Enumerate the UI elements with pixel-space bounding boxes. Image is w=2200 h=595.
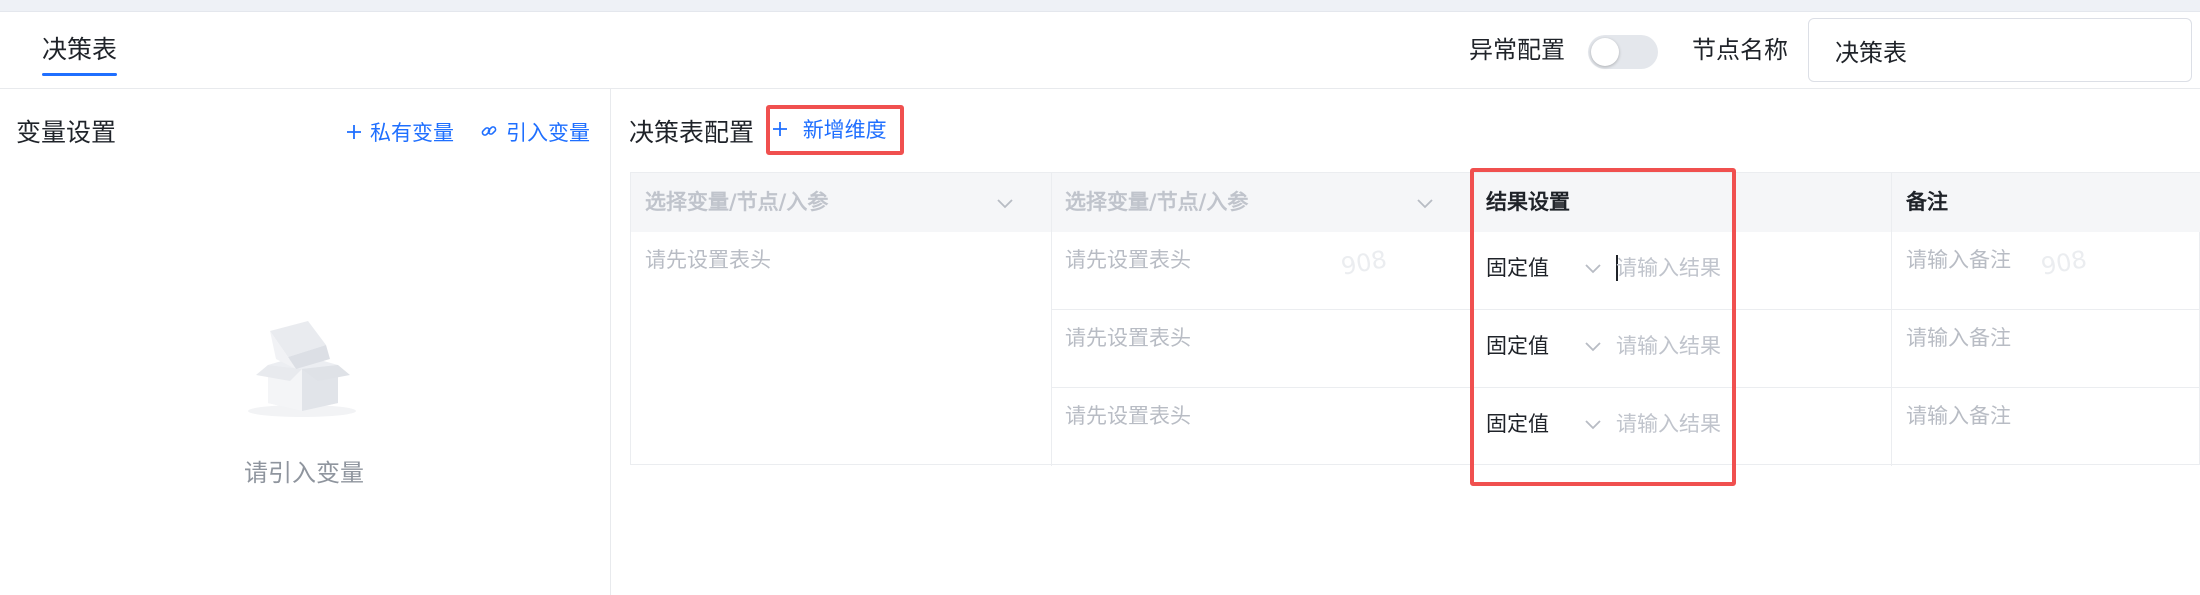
row-1-fixed-value-select[interactable]: 固定值 — [1486, 253, 1549, 283]
dimension-1-placeholder[interactable]: 请先设置表头 — [645, 245, 771, 275]
add-private-variable-button[interactable]: 私有变量 — [346, 115, 454, 151]
table-header: 选择变量/节点/入参 选择变量/节点/入参 结果设置 备注 — [631, 173, 2200, 232]
add-dimension-button[interactable]: 新增维度 — [772, 108, 900, 152]
row-1-note[interactable]: 请输入备注 — [1906, 245, 2011, 275]
row-1-dimension-2[interactable]: 请先设置表头 — [1065, 245, 1191, 275]
row-divider — [1051, 309, 2200, 310]
decision-table: 选择变量/节点/入参 选择变量/节点/入参 结果设置 备注 请先设置表头 请先设… — [630, 172, 2200, 466]
node-name-label: 节点名称 — [1692, 36, 1788, 64]
row-3-dimension-2[interactable]: 请先设置表头 — [1065, 401, 1191, 431]
chevron-down-icon[interactable] — [1583, 414, 1603, 434]
row-2-fixed-value-select[interactable]: 固定值 — [1486, 331, 1549, 361]
chevron-down-icon[interactable] — [1583, 258, 1603, 278]
column-divider — [1471, 173, 1472, 466]
column-header-dimension-2[interactable]: 选择变量/节点/入参 — [1065, 173, 1248, 232]
header: 决策表 异常配置 节点名称 — [0, 12, 2200, 89]
chevron-down-icon[interactable] — [1583, 336, 1603, 356]
column-divider — [1891, 173, 1892, 466]
column-header-result: 结果设置 — [1486, 190, 1570, 214]
chevron-down-icon[interactable] — [1415, 193, 1435, 213]
empty-box-illustration — [246, 311, 358, 419]
row-divider — [1051, 387, 2200, 388]
toggle-knob — [1591, 38, 1619, 66]
column-header-dimension-1[interactable]: 选择变量/节点/入参 — [645, 173, 828, 232]
row-2-result-input[interactable] — [1616, 330, 1728, 362]
plus-icon — [346, 115, 362, 151]
import-variable-button[interactable]: 引入变量 — [480, 115, 590, 151]
plus-icon — [772, 118, 795, 142]
row-3-result-input[interactable] — [1616, 408, 1728, 440]
watermark: 908 — [1338, 245, 1389, 281]
column-divider — [1051, 173, 1052, 466]
import-variable-label: 引入变量 — [506, 121, 590, 145]
abnormal-config-toggle[interactable] — [1588, 35, 1658, 69]
abnormal-config-label: 异常配置 — [1469, 36, 1565, 64]
variable-settings-panel: 变量设置 私有变量 引入变量 请引入变量 — [0, 89, 611, 595]
active-tab-indicator — [42, 73, 117, 76]
add-dimension-label: 新增维度 — [802, 118, 887, 142]
private-variable-label: 私有变量 — [370, 121, 454, 145]
column-header-note: 备注 — [1906, 190, 1948, 214]
link-icon — [480, 115, 498, 151]
row-3-note[interactable]: 请输入备注 — [1906, 401, 2011, 431]
top-strip — [0, 0, 2200, 12]
row-2-note[interactable]: 请输入备注 — [1906, 323, 2011, 353]
row-3-fixed-value-select[interactable]: 固定值 — [1486, 409, 1549, 439]
watermark: 908 — [2038, 245, 2089, 281]
row-2-dimension-2[interactable]: 请先设置表头 — [1065, 323, 1191, 353]
decision-table-config-title: 决策表配置 — [629, 118, 755, 147]
empty-state-text: 请引入变量 — [244, 459, 364, 487]
chevron-down-icon[interactable] — [995, 193, 1015, 213]
variable-settings-title: 变量设置 — [16, 118, 117, 147]
node-name-input[interactable] — [1808, 18, 2192, 82]
tab-decision-table[interactable]: 决策表 — [42, 32, 117, 68]
row-1-result-input[interactable] — [1616, 252, 1728, 284]
